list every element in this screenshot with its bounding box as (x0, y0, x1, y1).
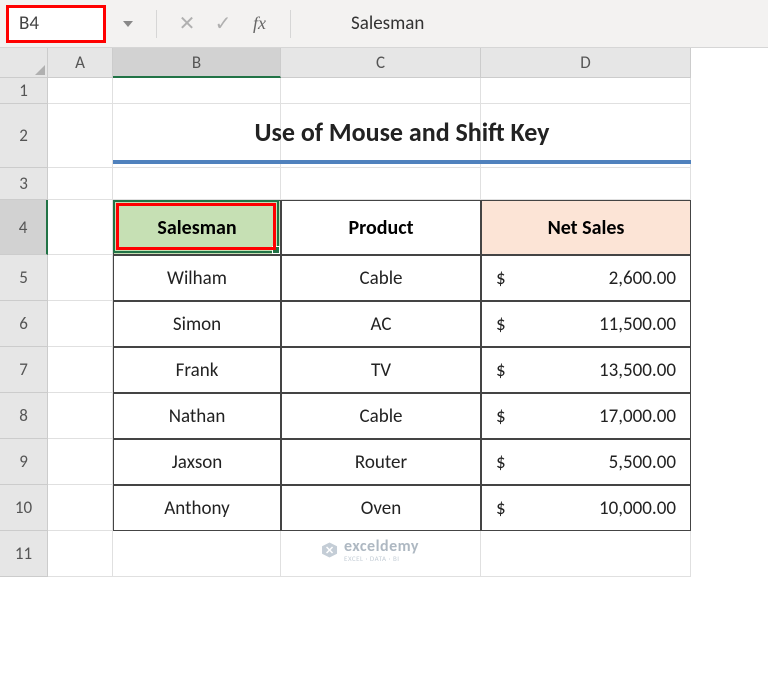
cell-net-sales[interactable]: $5,500.00 (481, 439, 691, 485)
row-header-8[interactable]: 8 (0, 393, 48, 439)
cell-product[interactable]: Cable (281, 255, 481, 301)
enter-button[interactable]: ✓ (205, 11, 241, 36)
header-product[interactable]: Product (281, 200, 481, 255)
chevron-down-icon (123, 21, 133, 27)
name-box-dropdown[interactable] (112, 5, 144, 43)
cell[interactable] (113, 531, 281, 577)
amount: 13,500.00 (599, 359, 676, 382)
select-all-triangle[interactable] (0, 48, 48, 78)
row-header-9[interactable]: 9 (0, 439, 48, 485)
sheet-title[interactable]: Use of Mouse and Shift Key (113, 104, 691, 164)
spreadsheet-grid: ABCD 1234567891011 Use of Mouse and Shif… (0, 48, 768, 78)
cell[interactable] (48, 200, 113, 255)
row-headers: 1234567891011 (0, 78, 48, 577)
header-net-sales[interactable]: Net Sales (481, 200, 691, 255)
cell-product[interactable]: TV (281, 347, 481, 393)
cell-salesman[interactable]: Nathan (113, 393, 281, 439)
row-header-10[interactable]: 10 (0, 485, 48, 531)
currency-symbol: $ (496, 405, 506, 428)
cell-salesman[interactable]: Simon (113, 301, 281, 347)
row-header-6[interactable]: 6 (0, 301, 48, 347)
cell-salesman[interactable]: Wilham (113, 255, 281, 301)
formula-input[interactable]: Salesman (303, 12, 768, 35)
formula-input-value: Salesman (351, 12, 424, 35)
fx-label[interactable]: fx (253, 13, 266, 34)
cell[interactable] (48, 168, 113, 200)
cell[interactable] (48, 347, 113, 393)
row-header-1[interactable]: 1 (0, 78, 48, 104)
cell[interactable] (281, 78, 481, 104)
amount: 17,000.00 (599, 405, 676, 428)
cell-net-sales[interactable]: $11,500.00 (481, 301, 691, 347)
amount: 11,500.00 (599, 313, 676, 336)
cell-net-sales[interactable]: $13,500.00 (481, 347, 691, 393)
currency-symbol: $ (496, 267, 506, 290)
currency-symbol: $ (496, 359, 506, 382)
cell-net-sales[interactable]: $17,000.00 (481, 393, 691, 439)
cell[interactable] (113, 168, 281, 200)
cell[interactable] (481, 531, 691, 577)
cell-net-sales[interactable]: $2,600.00 (481, 255, 691, 301)
separator (290, 10, 291, 38)
column-header-C[interactable]: C (281, 48, 481, 78)
column-header-B[interactable]: B (113, 48, 281, 78)
cell-product[interactable]: Router (281, 439, 481, 485)
check-icon: ✓ (215, 11, 232, 36)
cell-salesman[interactable]: Frank (113, 347, 281, 393)
cell[interactable] (48, 301, 113, 347)
cell[interactable] (481, 168, 691, 200)
header-salesman[interactable]: Salesman (113, 200, 281, 255)
row-header-3[interactable]: 3 (0, 168, 48, 200)
cell[interactable] (48, 485, 113, 531)
cell[interactable] (48, 104, 113, 168)
cell-net-sales[interactable]: $10,000.00 (481, 485, 691, 531)
cancel-icon: ✕ (179, 11, 196, 36)
watermark-icon (320, 541, 338, 559)
row-header-11[interactable]: 11 (0, 531, 48, 577)
cells-area[interactable]: Use of Mouse and Shift Key SalesmanProduc… (48, 78, 691, 577)
watermark: exceldemy EXCEL · DATA · BI (320, 537, 419, 563)
row-header-5[interactable]: 5 (0, 255, 48, 301)
cell[interactable] (48, 78, 113, 104)
cell-product[interactable]: Cable (281, 393, 481, 439)
amount: 5,500.00 (609, 451, 676, 474)
currency-symbol: $ (496, 313, 506, 336)
cell-salesman[interactable]: Jaxson (113, 439, 281, 485)
amount: 2,600.00 (609, 267, 676, 290)
row-header-2[interactable]: 2 (0, 104, 48, 168)
cell[interactable] (113, 78, 281, 104)
cancel-button[interactable]: ✕ (169, 11, 205, 36)
cell[interactable] (48, 439, 113, 485)
cell[interactable] (48, 531, 113, 577)
name-box[interactable]: B4 (6, 5, 106, 43)
currency-symbol: $ (496, 451, 506, 474)
separator (156, 10, 157, 38)
row-header-7[interactable]: 7 (0, 347, 48, 393)
formula-bar: B4 ✕ ✓ fx Salesman (0, 0, 768, 48)
row-header-4[interactable]: 4 (0, 200, 48, 255)
currency-symbol: $ (496, 497, 506, 520)
cell[interactable] (281, 168, 481, 200)
cell[interactable] (481, 78, 691, 104)
name-box-value: B4 (19, 12, 39, 35)
cell-salesman[interactable]: Anthony (113, 485, 281, 531)
cell-product[interactable]: Oven (281, 485, 481, 531)
cell-product[interactable]: AC (281, 301, 481, 347)
column-header-D[interactable]: D (481, 48, 691, 78)
column-headers: ABCD (48, 48, 768, 78)
cell[interactable] (48, 255, 113, 301)
column-header-A[interactable]: A (48, 48, 113, 78)
amount: 10,000.00 (599, 497, 676, 520)
cell[interactable] (48, 393, 113, 439)
